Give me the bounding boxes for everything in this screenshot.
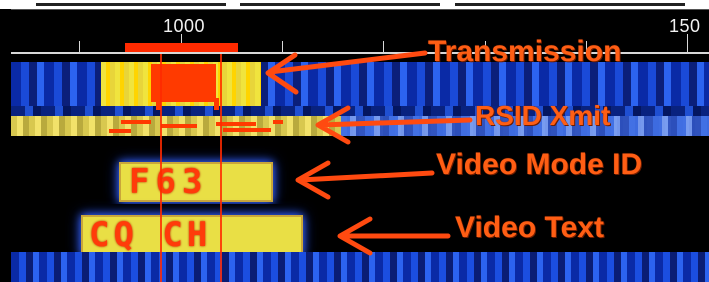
annotation-video-mode-id: Video Mode ID	[436, 148, 643, 181]
annotation-video-text: Video Text	[455, 211, 604, 244]
annotation-transmission: Transmission	[428, 35, 622, 68]
video-mode-arrow-icon	[295, 160, 435, 200]
transmission-arrow-icon	[265, 50, 428, 95]
annotation-rsid-xmit: RSID Xmit	[475, 100, 611, 131]
video-text-arrow-icon	[337, 216, 451, 256]
rsid-arrow-icon	[315, 105, 473, 145]
